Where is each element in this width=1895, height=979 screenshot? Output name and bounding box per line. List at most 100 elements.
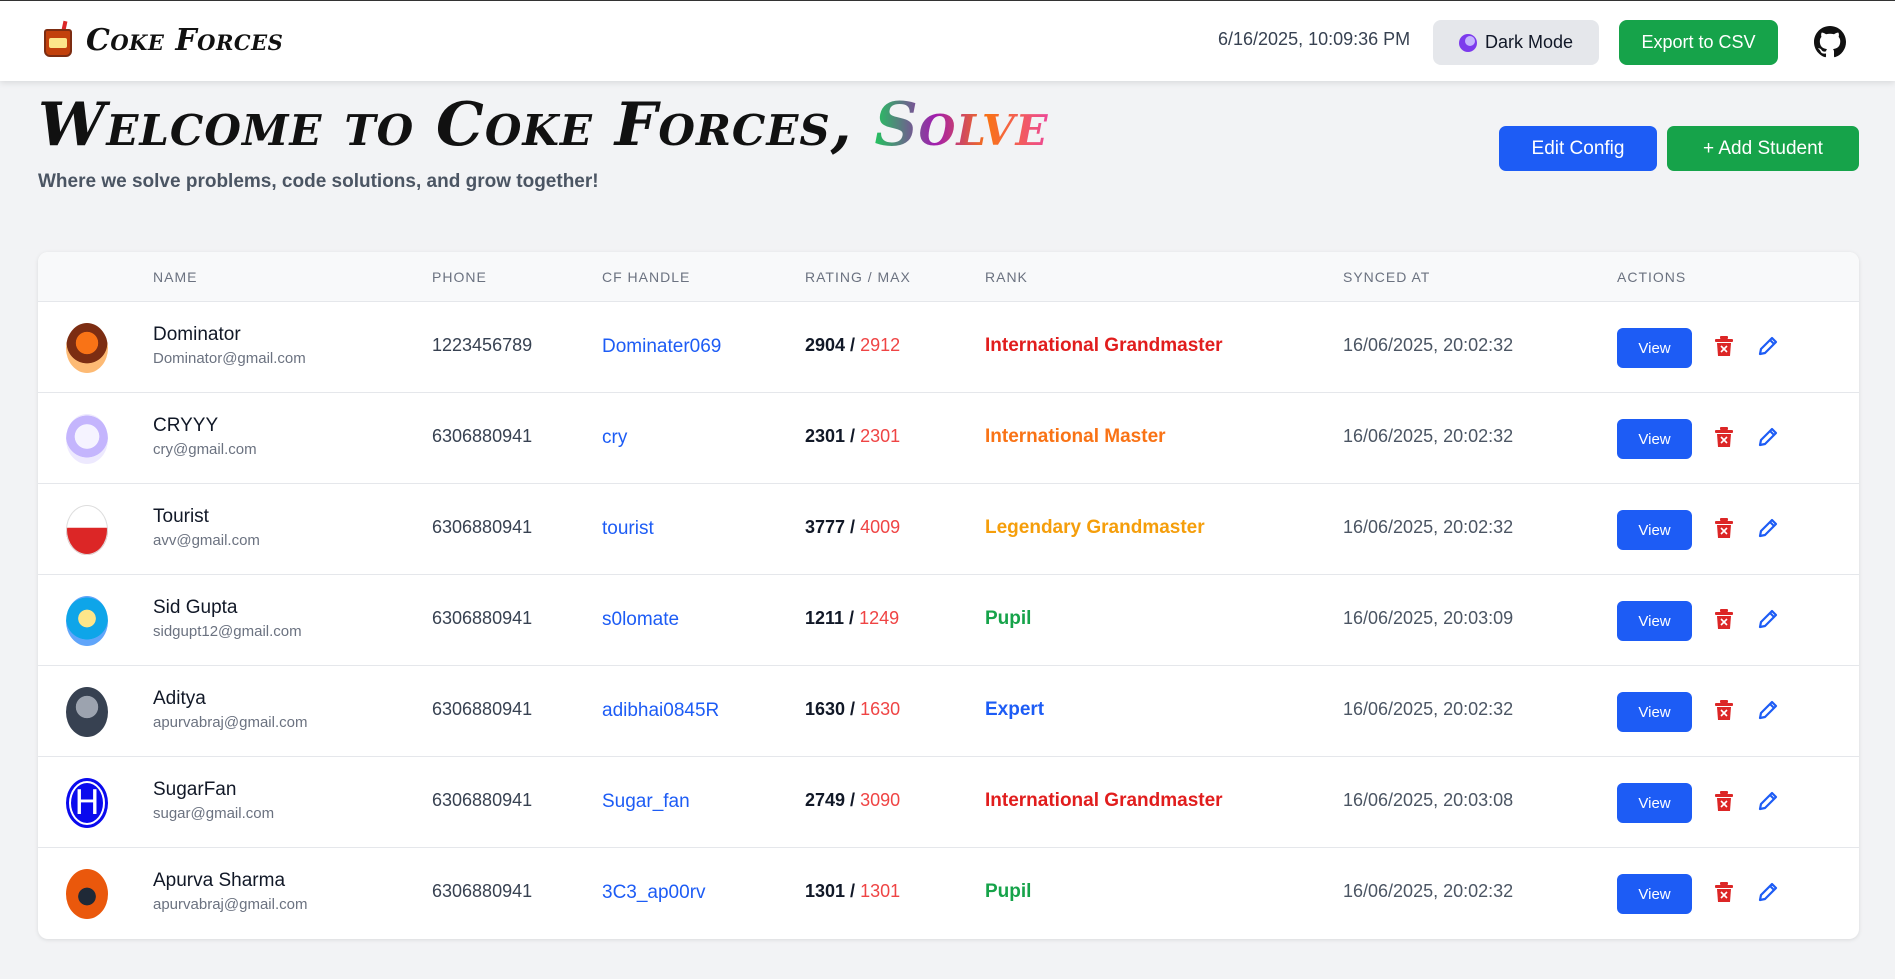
column-header-rating: RATING / MAX [805, 269, 911, 285]
trash-icon[interactable] [1715, 791, 1733, 811]
cf-handle-link[interactable]: Sugar_fan [602, 791, 690, 813]
pencil-icon[interactable] [1757, 426, 1779, 448]
current-rating: 2749 / [805, 790, 856, 810]
cf-handle-link[interactable]: Dominater069 [602, 336, 721, 358]
synced-at: 16/06/2025, 20:02:32 [1343, 699, 1514, 719]
moon-icon [1458, 33, 1477, 52]
highlight-word: Solve [874, 90, 1049, 160]
student-phone: 6306880941 [432, 608, 533, 628]
max-rating: 3090 [860, 790, 901, 810]
dark-mode-button[interactable]: Dark Mode [1433, 20, 1599, 65]
max-rating: 2912 [860, 335, 901, 355]
student-name: Apurva Sharma [153, 870, 286, 891]
top-navbar: Coke Forces 6/16/2025, 10:09:36 PM Dark … [0, 0, 1895, 81]
student-name: Aditya [153, 688, 206, 709]
current-rating: 2904 / [805, 335, 856, 355]
trash-icon[interactable] [1715, 427, 1733, 447]
avatar [66, 323, 108, 373]
synced-at: 16/06/2025, 20:02:32 [1343, 335, 1514, 355]
synced-at: 16/06/2025, 20:02:32 [1343, 426, 1514, 446]
table-row: Dominator Dominator@gmail.com 1223456789… [38, 302, 1859, 393]
student-phone: 6306880941 [432, 517, 533, 537]
rating-value: 2301 / 2301 [805, 426, 900, 447]
add-student-button[interactable]: + Add Student [1667, 126, 1859, 171]
rank-label: Expert [985, 699, 1045, 720]
student-phone: 6306880941 [432, 426, 533, 446]
column-header-synced: SYNCED AT [1343, 269, 1431, 285]
export-csv-button[interactable]: Export to CSV [1619, 20, 1778, 65]
avatar [66, 869, 108, 919]
pencil-icon[interactable] [1757, 608, 1779, 630]
rating-value: 2904 / 2912 [805, 335, 900, 356]
student-name: CRYYY [153, 415, 219, 436]
rating-value: 1630 / 1630 [805, 699, 900, 720]
trash-icon[interactable] [1715, 518, 1733, 538]
github-icon[interactable] [1814, 26, 1846, 58]
student-email: cry@gmail.com [153, 441, 257, 458]
brand-name: Coke Forces [86, 22, 284, 58]
current-rating: 1630 / [805, 699, 856, 719]
view-button[interactable]: View [1617, 783, 1692, 823]
student-phone: 1223456789 [432, 335, 533, 355]
tagline: Where we solve problems, code solutions,… [38, 171, 599, 192]
max-rating: 1301 [860, 881, 901, 901]
trash-icon[interactable] [1715, 336, 1733, 356]
table-header: NAME PHONE CF HANDLE RATING / MAX RANK S… [38, 252, 1859, 302]
trash-icon[interactable] [1715, 700, 1733, 720]
column-header-phone: PHONE [432, 269, 487, 285]
student-name: Sid Gupta [153, 597, 238, 618]
avatar-letter: H [69, 781, 105, 825]
synced-at: 16/06/2025, 20:03:08 [1343, 790, 1514, 810]
view-button[interactable]: View [1617, 510, 1692, 550]
view-button[interactable]: View [1617, 692, 1692, 732]
cf-handle-link[interactable]: cry [602, 427, 627, 449]
student-email: Dominator@gmail.com [153, 350, 306, 367]
pencil-icon[interactable] [1757, 335, 1779, 357]
view-button[interactable]: View [1617, 601, 1692, 641]
current-rating: 1211 / [805, 608, 855, 628]
cf-handle-link[interactable]: 3C3_ap00rv [602, 882, 706, 904]
student-phone: 6306880941 [432, 790, 533, 810]
brand[interactable]: Coke Forces [40, 20, 284, 59]
pencil-icon[interactable] [1757, 881, 1779, 903]
cf-handle-link[interactable]: tourist [602, 518, 654, 540]
column-header-actions: ACTIONS [1617, 269, 1687, 285]
view-button[interactable]: View [1617, 419, 1692, 459]
student-name: Dominator [153, 324, 241, 345]
view-button[interactable]: View [1617, 328, 1692, 368]
max-rating: 1249 [859, 608, 900, 628]
cf-handle-link[interactable]: s0lomate [602, 609, 679, 631]
table-row: Apurva Sharma apurvabraj@gmail.com 63068… [38, 848, 1859, 939]
max-rating: 1630 [860, 699, 901, 719]
rating-value: 1301 / 1301 [805, 881, 900, 902]
student-phone: 6306880941 [432, 881, 533, 901]
current-datetime: 6/16/2025, 10:09:36 PM [1218, 29, 1411, 49]
student-email: sidgupt12@gmail.com [153, 623, 302, 640]
coke-cup-icon [40, 20, 76, 59]
table-row: Sid Gupta sidgupt12@gmail.com 6306880941… [38, 575, 1859, 666]
welcome-text: Welcome to Coke Forces, [38, 90, 853, 160]
rank-label: Pupil [985, 881, 1032, 902]
avatar [66, 505, 108, 555]
dark-mode-label: Dark Mode [1484, 32, 1574, 52]
column-header-handle: CF HANDLE [602, 269, 691, 285]
trash-icon[interactable] [1715, 609, 1733, 629]
edit-config-button[interactable]: Edit Config [1499, 126, 1657, 171]
pencil-icon[interactable] [1757, 790, 1779, 812]
rank-label: Pupil [985, 608, 1032, 629]
page-title: Welcome to Coke Forces, Solve [38, 90, 1049, 160]
column-header-rank: RANK [985, 269, 1028, 285]
view-button[interactable]: View [1617, 874, 1692, 914]
table-row: CRYYY cry@gmail.com 6306880941 cry 2301 … [38, 393, 1859, 484]
synced-at: 16/06/2025, 20:03:09 [1343, 608, 1514, 628]
avatar: H [66, 778, 108, 828]
pencil-icon[interactable] [1757, 517, 1779, 539]
pencil-icon[interactable] [1757, 699, 1779, 721]
current-rating: 2301 / [805, 426, 856, 446]
rank-label: Legendary Grandmaster [985, 517, 1205, 538]
trash-icon[interactable] [1715, 882, 1733, 902]
rank-label: International Grandmaster [985, 335, 1223, 356]
cf-handle-link[interactable]: adibhai0845R [602, 700, 719, 722]
current-rating: 1301 / [805, 881, 856, 901]
synced-at: 16/06/2025, 20:02:32 [1343, 881, 1514, 901]
